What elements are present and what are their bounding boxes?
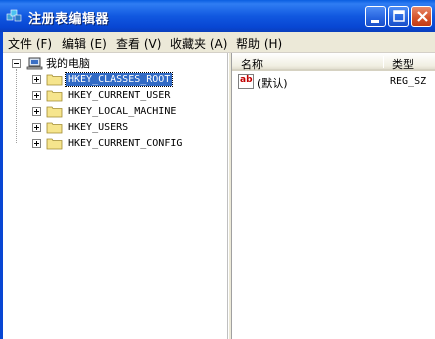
collapse-icon[interactable]	[12, 59, 21, 68]
column-header-name[interactable]: 名称	[241, 56, 263, 72]
expand-icon[interactable]	[32, 107, 41, 116]
menu-favorites[interactable]: 收藏夹 (A)	[170, 35, 227, 52]
value-name: (默认)	[257, 77, 288, 90]
value-type: REG_SZ	[390, 76, 427, 87]
column-header-type[interactable]: 类型	[392, 56, 414, 72]
folder-icon	[46, 106, 63, 118]
tree-root[interactable]: 我的电脑	[4, 56, 224, 72]
list-header: 名称 类型	[232, 53, 435, 71]
string-value-icon-text: ab	[240, 75, 253, 85]
folder-icon	[46, 74, 63, 86]
expand-icon[interactable]	[32, 139, 41, 148]
tree-item-label: HKEY_CURRENT_USER	[68, 90, 171, 101]
maximize-button[interactable]	[388, 6, 409, 27]
minimize-icon	[371, 20, 379, 23]
tree-item-hku[interactable]: HKEY_USERS	[4, 120, 224, 136]
value-list[interactable]: 名称 类型 ab (默认) REG_SZ	[232, 53, 435, 339]
window-title: 注册表编辑器	[28, 12, 110, 27]
expand-icon[interactable]	[32, 75, 41, 84]
maximize-icon	[393, 10, 405, 22]
menu-bar: 文件 (F) 编辑 (E) 查看 (V) 收藏夹 (A) 帮助 (H)	[0, 32, 435, 53]
tree-item-hkcc[interactable]: HKEY_CURRENT_CONFIG	[4, 136, 224, 152]
expand-icon[interactable]	[32, 123, 41, 132]
folder-icon	[46, 138, 63, 150]
folder-icon	[46, 122, 63, 134]
tree-item-label: HKEY_LOCAL_MACHINE	[68, 106, 177, 117]
folder-icon	[46, 90, 63, 102]
tree-item-hkcu[interactable]: HKEY_CURRENT_USER	[4, 88, 224, 104]
expand-icon[interactable]	[32, 91, 41, 100]
close-icon	[417, 11, 428, 22]
title-bar[interactable]: 注册表编辑器	[0, 0, 435, 32]
close-button[interactable]	[411, 6, 432, 27]
tree-item-label: HKEY_USERS	[68, 122, 129, 133]
menu-view[interactable]: 查看 (V)	[116, 35, 161, 52]
computer-icon	[26, 57, 43, 70]
minimize-button[interactable]	[365, 6, 386, 27]
tree-item-label: HKEY_CURRENT_CONFIG	[68, 138, 183, 149]
tree-item-hkcr[interactable]: HKEY_CLASSES_ROOT	[4, 72, 224, 88]
string-value-icon: ab	[238, 74, 254, 89]
registry-tree[interactable]: 我的电脑 HKEY_CLASSES_ROOT HKEY_CURRENT_USER…	[4, 53, 228, 339]
regedit-icon	[6, 9, 22, 22]
tree-root-label: 我的电脑	[46, 57, 90, 70]
column-divider[interactable]	[383, 56, 384, 68]
window-frame-left	[0, 32, 3, 339]
tree-item-hklm[interactable]: HKEY_LOCAL_MACHINE	[4, 104, 224, 120]
menu-file[interactable]: 文件 (F)	[8, 35, 52, 52]
menu-edit[interactable]: 编辑 (E)	[62, 35, 107, 52]
tree-item-label: HKEY_CLASSES_ROOT	[64, 72, 174, 87]
menu-help[interactable]: 帮助 (H)	[236, 35, 282, 52]
